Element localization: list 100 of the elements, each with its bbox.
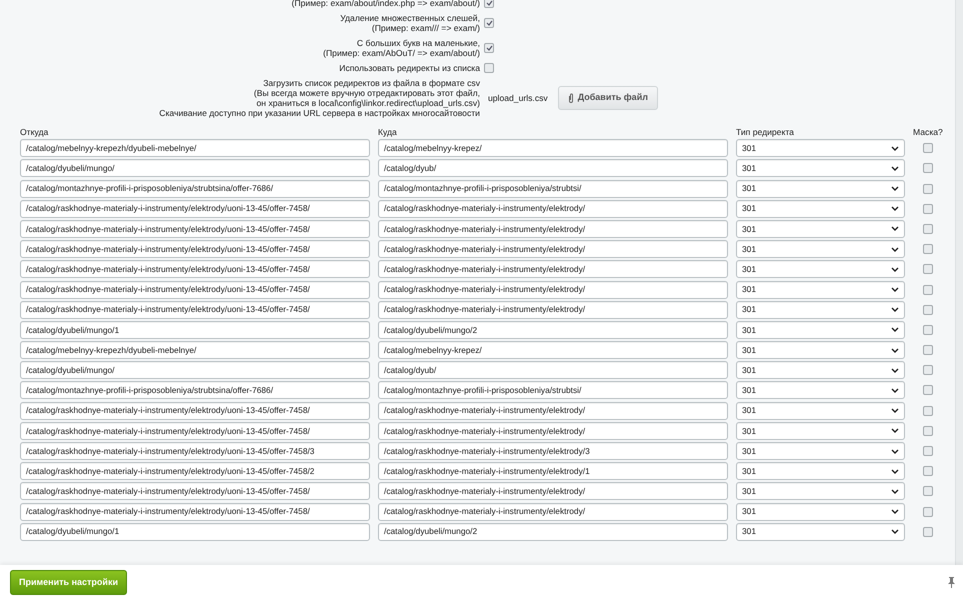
checkbox[interactable]: [923, 143, 933, 154]
target-url-field[interactable]: /catalog/raskhodnye-materialy-i-instrumenty/elektrody/: [378, 200, 728, 218]
target-url-field[interactable]: /catalog/raskhodnye-materialy-i-instrumenty/elektrody/: [378, 260, 728, 278]
target-url-field[interactable]: /catalog/raskhodnye-materialy-i-instrumenty/elektrody/: [378, 220, 728, 238]
source-url-field[interactable]: /catalog/dyubeli/mungo/1: [20, 320, 370, 339]
source-url-field[interactable]: /catalog/montazhnye-profili-i-prisposobleniya/strubtsina/offer-7686/: [20, 180, 370, 198]
redirect-type-select[interactable]: 301: [736, 280, 905, 298]
redirect-type-select[interactable]: 301: [736, 341, 905, 360]
checkbox[interactable]: [484, 63, 494, 73]
checkbox[interactable]: [923, 184, 933, 194]
caret-icon: [891, 468, 899, 474]
redirect-type-select[interactable]: 301: [736, 260, 905, 278]
source-url-field[interactable]: /catalog/raskhodnye-materialy-i-instrumenty/elektrody/uoni-13-45/offer-7458/: [20, 402, 370, 420]
checkbox[interactable]: [923, 406, 933, 416]
redirect-type-select[interactable]: 301: [736, 381, 905, 400]
checkbox[interactable]: [923, 526, 933, 537]
target-url-field[interactable]: /catalog/dyub/: [378, 159, 728, 178]
option-label: Использовать редиректы из списка: [338, 63, 480, 73]
source-url-field[interactable]: /catalog/raskhodnye-materialy-i-instrumenty/elektrody/uoni-13-45/offer-7458/2: [20, 462, 370, 480]
target-url-field[interactable]: /catalog/raskhodnye-materialy-i-instrumenty/elektrody/: [378, 482, 728, 500]
source-url-field[interactable]: /catalog/raskhodnye-materialy-i-instrumenty/elektrody/uoni-13-45/offer-7458/: [20, 260, 370, 278]
redirect-type-select[interactable]: 301: [736, 522, 905, 541]
redirect-type-select[interactable]: 301: [736, 180, 905, 198]
target-url-field[interactable]: /catalog/montazhnye-profili-i-prisposobleniya/strubtsi/: [378, 381, 728, 400]
source-url-field[interactable]: /catalog/raskhodnye-materialy-i-instrumenty/elektrody/uoni-13-45/offer-7458/: [20, 482, 370, 500]
redirect-type-select[interactable]: 301: [736, 200, 905, 218]
redirect-type-select[interactable]: 301: [736, 502, 905, 521]
target-url-field[interactable]: /catalog/raskhodnye-materialy-i-instrumenty/elektrody/1: [378, 462, 728, 480]
checkbox[interactable]: [923, 163, 933, 174]
checkbox[interactable]: [484, 0, 494, 8]
source-url-field[interactable]: /catalog/raskhodnye-materialy-i-instrumenty/elektrody/uoni-13-45/offer-7458/3: [20, 442, 370, 460]
target-url-field[interactable]: /catalog/mebelnyy-krepez/: [378, 341, 728, 360]
redirect-type-select[interactable]: 301: [736, 402, 905, 420]
target-url-field[interactable]: /catalog/montazhnye-profili-i-prisposobleniya/strubtsi/: [378, 180, 728, 198]
target-url-field[interactable]: /catalog/raskhodnye-materialy-i-instrumenty/elektrody/: [378, 422, 728, 440]
checkbox[interactable]: [923, 204, 933, 214]
caret-icon: [891, 368, 899, 373]
target-url-field[interactable]: /catalog/raskhodnye-materialy-i-instrumenty/elektrody/: [378, 300, 728, 319]
redirect-type-select[interactable]: 301: [736, 422, 905, 440]
redirect-type-select[interactable]: 301: [736, 240, 905, 258]
redirect-type-select[interactable]: 301: [736, 320, 905, 339]
checkbox[interactable]: [923, 284, 933, 294]
source-url-field[interactable]: /catalog/raskhodnye-materialy-i-instrumenty/elektrody/uoni-13-45/offer-7458/: [20, 200, 370, 218]
caret-icon: [891, 388, 899, 393]
column-header: Маска?: [913, 126, 943, 137]
redirect-type-select[interactable]: 301: [736, 442, 905, 460]
checkbox[interactable]: [923, 224, 933, 234]
caret-icon: [891, 266, 899, 272]
checkbox[interactable]: [923, 304, 933, 315]
redirect-type-select[interactable]: 301: [736, 482, 905, 500]
source-url-field[interactable]: /catalog/mebelnyy-krepezh/dyubeli-mebelnye/: [20, 341, 370, 360]
checkbox[interactable]: [923, 426, 933, 436]
target-url-field[interactable]: /catalog/raskhodnye-materialy-i-instrumenty/elektrody/3: [378, 442, 728, 460]
checkbox[interactable]: [923, 244, 933, 254]
add-file-button[interactable]: Добавить файл: [558, 86, 658, 110]
source-url-field[interactable]: /catalog/raskhodnye-materialy-i-instrumenty/elektrody/uoni-13-45/offer-7458/: [20, 422, 370, 440]
target-url-field[interactable]: /catalog/dyubeli/mungo/2: [378, 522, 728, 541]
checkbox[interactable]: [923, 506, 933, 517]
target-url-field[interactable]: /catalog/raskhodnye-materialy-i-instrumenty/elektrody/: [378, 280, 728, 298]
caret-icon: [891, 448, 899, 454]
source-url-field[interactable]: /catalog/raskhodnye-materialy-i-instrumenty/elektrody/uoni-13-45/offer-7458/: [20, 280, 370, 298]
source-url-field[interactable]: /catalog/raskhodnye-materialy-i-instrumenty/elektrody/uoni-13-45/offer-7458/: [20, 502, 370, 521]
checkbox[interactable]: [923, 466, 933, 476]
caret-icon: [891, 488, 899, 494]
source-url-field[interactable]: /catalog/raskhodnye-materialy-i-instrumenty/elektrody/uoni-13-45/offer-7458/: [20, 220, 370, 238]
source-url-field[interactable]: /catalog/dyubeli/mungo/1: [20, 522, 370, 541]
column-header: Откуда: [20, 126, 50, 137]
caret-icon: [891, 348, 899, 353]
scrollbar[interactable]: [955, 0, 963, 565]
checkbox[interactable]: [923, 324, 933, 335]
target-url-field[interactable]: /catalog/dyub/: [378, 361, 728, 380]
source-url-field[interactable]: /catalog/raskhodnye-materialy-i-instrumenty/elektrody/uoni-13-45/offer-7458/: [20, 240, 370, 258]
redirect-type-select[interactable]: 301: [736, 159, 905, 178]
checkbox[interactable]: [484, 18, 494, 28]
target-url-field[interactable]: /catalog/mebelnyy-krepez/: [378, 139, 728, 158]
target-url-field[interactable]: /catalog/dyubeli/mungo/2: [378, 320, 728, 339]
redirect-type-select[interactable]: 301: [736, 462, 905, 480]
checkbox[interactable]: [484, 43, 494, 53]
redirect-type-select[interactable]: 301: [736, 220, 905, 238]
caret-icon: [891, 166, 899, 171]
source-url-field[interactable]: /catalog/mebelnyy-krepezh/dyubeli-mebelnye/: [20, 139, 370, 158]
checkbox[interactable]: [923, 345, 933, 356]
checkbox[interactable]: [923, 486, 933, 496]
source-url-field[interactable]: /catalog/dyubeli/mungo/: [20, 159, 370, 178]
target-url-field[interactable]: /catalog/raskhodnye-materialy-i-instrumenty/elektrody/: [378, 240, 728, 258]
redirect-type-select[interactable]: 301: [736, 361, 905, 380]
source-url-field[interactable]: /catalog/dyubeli/mungo/: [20, 361, 370, 380]
checkbox[interactable]: [923, 446, 933, 456]
redirect-type-select[interactable]: 301: [736, 300, 905, 319]
checkbox[interactable]: [923, 385, 933, 396]
pin-icon[interactable]: [948, 577, 955, 588]
redirect-type-select[interactable]: 301: [736, 139, 905, 158]
checkbox[interactable]: [923, 365, 933, 376]
source-url-field[interactable]: /catalog/montazhnye-profili-i-prisposobleniya/strubtsina/offer-7686/: [20, 381, 370, 400]
column-header: Куда: [378, 126, 398, 137]
caret-icon: [891, 307, 899, 312]
source-url-field[interactable]: /catalog/raskhodnye-materialy-i-instrumenty/elektrody/uoni-13-45/offer-7458/: [20, 300, 370, 319]
target-url-field[interactable]: /catalog/raskhodnye-materialy-i-instrumenty/elektrody/: [378, 402, 728, 420]
target-url-field[interactable]: /catalog/raskhodnye-materialy-i-instrumenty/elektrody/: [378, 502, 728, 521]
checkbox[interactable]: [923, 264, 933, 274]
